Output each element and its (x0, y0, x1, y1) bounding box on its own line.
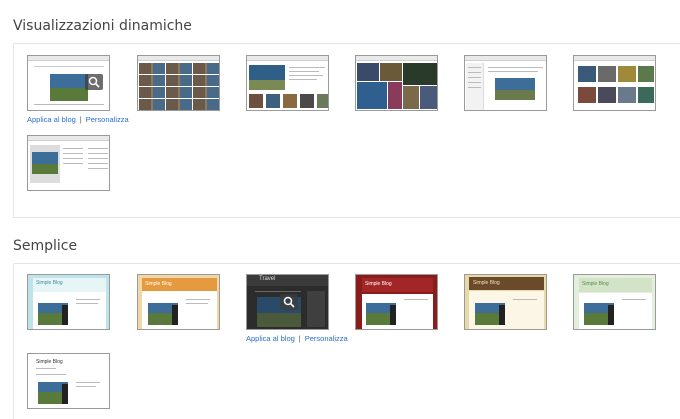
theme-thumbnail-simple-red[interactable]: Simple Blog (355, 274, 438, 330)
theme-thumbnail-simple-green[interactable]: Simple Blog (573, 274, 656, 330)
theme-thumbnail-travel[interactable]: Travel (246, 274, 329, 330)
thumbnail-blog-title: Simple Blog (473, 280, 500, 286)
theme-thumbnail-snapshot[interactable] (573, 55, 656, 111)
theme-thumbnail-classic[interactable] (27, 55, 110, 111)
simple-theme-actions: Applica al blog | Personalizza (246, 334, 348, 343)
thumbnail-blog-title: Simple Blog (582, 281, 609, 287)
theme-thumbnail-sidebar[interactable] (464, 55, 547, 111)
thumbnail-blog-title: Travel (259, 276, 276, 282)
thumbnail-blog-title: Simple Blog (36, 280, 63, 286)
link-separator: | (298, 334, 301, 343)
magnifier-icon[interactable] (280, 294, 298, 310)
theme-thumbnail-timeslide[interactable] (27, 135, 110, 191)
magnifier-icon[interactable] (85, 74, 103, 90)
thumbnail-blog-title: Simple Blog (365, 281, 392, 287)
dynamic-theme-actions: Applica al blog | Personalizza (27, 115, 129, 124)
section-title-simple: Semplice (13, 238, 78, 254)
link-separator: | (79, 115, 82, 124)
apply-to-blog-link[interactable]: Applica al blog (246, 334, 295, 343)
theme-thumbnail-mosaic[interactable] (355, 55, 438, 111)
theme-thumbnail-simple-light-blue[interactable]: Simple Blog (27, 274, 110, 330)
apply-to-blog-link[interactable]: Applica al blog (27, 115, 76, 124)
theme-thumbnail-simple-orange[interactable]: Simple Blog (137, 274, 220, 330)
section-title-dynamic-views: Visualizzazioni dinamiche (13, 18, 192, 34)
theme-thumbnail-simple-sand[interactable]: Simple Blog (464, 274, 547, 330)
theme-thumbnail-flipcard[interactable] (137, 55, 220, 111)
theme-thumbnail-magazine[interactable] (246, 55, 329, 111)
customize-link[interactable]: Personalizza (86, 115, 129, 124)
thumbnail-blog-title: Simple Blog (145, 281, 172, 287)
thumbnail-blog-title: Simple Blog (36, 359, 63, 365)
customize-link[interactable]: Personalizza (305, 334, 348, 343)
theme-thumbnail-simple-white[interactable]: Simple Blog (27, 353, 110, 409)
